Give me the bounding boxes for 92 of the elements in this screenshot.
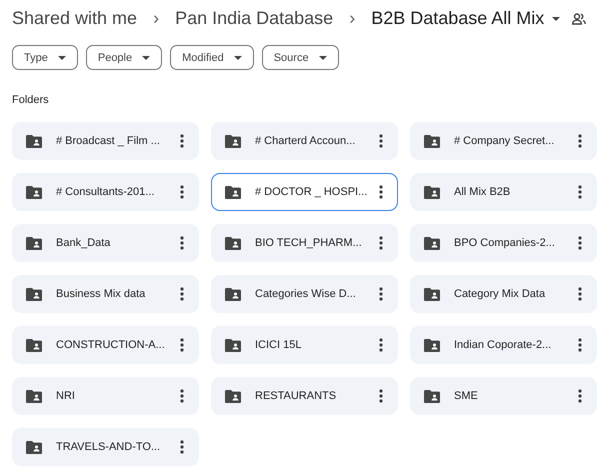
shared-folder-icon	[225, 288, 241, 300]
shared-folder-icon	[225, 338, 241, 352]
more-options-icon[interactable]	[180, 134, 184, 148]
folder-card[interactable]: BPO Companies-2...	[410, 224, 597, 262]
filter-chip[interactable]: People	[86, 45, 162, 70]
more-options-icon[interactable]	[578, 287, 582, 301]
folder-name: BIO TECH_PHARM...	[255, 237, 363, 249]
more-options-icon[interactable]	[578, 338, 582, 352]
shared-folder-icon	[424, 338, 440, 352]
shared-folder-icon	[225, 390, 241, 402]
folder-card[interactable]: All Mix B2B	[410, 173, 597, 211]
folder-name: Category Mix Data	[454, 288, 546, 300]
more-options-icon[interactable]	[180, 236, 184, 250]
folder-card[interactable]: TRAVELS-AND-TO...	[12, 428, 199, 466]
shared-folder-icon	[424, 390, 440, 402]
shared-folder-icon	[26, 288, 42, 300]
folder-card[interactable]: Category Mix Data	[410, 275, 597, 313]
breadcrumb-item[interactable]: Shared with me	[12, 8, 138, 29]
folder-card[interactable]: # Broadcast _ Film ...	[12, 122, 199, 160]
folder-name: RESTAURANTS	[255, 390, 338, 402]
folder-name: Categories Wise D...	[255, 288, 357, 300]
folder-card[interactable]: BIO TECH_PHARM...	[211, 224, 398, 262]
folder-name: # DOCTOR _ HOSPI...	[255, 186, 368, 198]
section-heading: Folders	[12, 94, 49, 106]
shared-folder-icon	[225, 186, 241, 198]
folder-card[interactable]: Categories Wise D...	[211, 275, 398, 313]
folder-card[interactable]: ICICI 15L	[211, 326, 398, 364]
folder-name: # Consultants-201...	[56, 186, 156, 198]
more-options-icon[interactable]	[578, 185, 582, 199]
folder-card[interactable]: Indian Coporate-2...	[410, 326, 597, 364]
shared-folder-icon	[424, 236, 440, 250]
folder-name: Indian Coporate-2...	[454, 339, 552, 351]
folder-name: Bank_Data	[56, 237, 112, 249]
folder-name: # Charterd Accoun...	[255, 135, 356, 147]
more-options-icon[interactable]	[379, 185, 383, 199]
caret-icon	[552, 16, 560, 20]
shared-folder-icon	[26, 390, 42, 402]
shared-folder-icon	[26, 186, 42, 198]
folder-name: Business Mix data	[56, 288, 146, 300]
more-options-icon[interactable]	[379, 236, 383, 250]
more-options-icon[interactable]	[578, 134, 582, 148]
breadcrumb-item[interactable]: Pan India Database	[175, 8, 334, 29]
more-options-icon[interactable]	[180, 287, 184, 301]
filter-chip[interactable]: Source	[262, 45, 339, 70]
folder-card[interactable]: # Company Secret...	[410, 122, 597, 160]
folder-card[interactable]: # Consultants-201...	[12, 173, 199, 211]
folder-card[interactable]: # Charterd Accoun...	[211, 122, 398, 160]
more-options-icon[interactable]	[578, 389, 582, 403]
shared-folder-icon	[26, 236, 42, 250]
folder-card[interactable]: NRI	[12, 377, 199, 415]
shared-folder-icon	[424, 186, 440, 198]
caret-icon	[318, 56, 327, 60]
folder-card[interactable]: CONSTRUCTION-A...	[12, 326, 199, 364]
folder-name: All Mix B2B	[454, 186, 512, 198]
folder-name: BPO Companies-2...	[454, 237, 556, 249]
folder-card[interactable]: Bank_Data	[12, 224, 199, 262]
folder-name: TRAVELS-AND-TO...	[56, 441, 162, 453]
caret-icon	[58, 56, 66, 60]
folder-name: NRI	[56, 390, 76, 402]
folder-card[interactable]: RESTAURANTS	[211, 377, 398, 415]
caret-icon	[142, 56, 150, 60]
folder-name: # Company Secret...	[454, 135, 556, 147]
shared-folder-icon	[225, 236, 241, 250]
folder-name: # Broadcast _ Film ...	[56, 135, 161, 147]
breadcrumb-separator: ›	[153, 8, 160, 29]
caret-icon	[234, 56, 242, 60]
breadcrumb-separator: ›	[349, 8, 356, 29]
more-options-icon[interactable]	[180, 440, 184, 454]
shared-folder-icon	[424, 288, 440, 300]
filter-chip[interactable]: Type	[12, 45, 78, 70]
more-options-icon[interactable]	[379, 338, 383, 352]
more-options-icon[interactable]	[180, 338, 184, 352]
folder-card[interactable]: SME	[410, 377, 597, 415]
shared-folder-icon	[225, 134, 241, 148]
shared-folder-icon	[424, 134, 440, 148]
more-options-icon[interactable]	[379, 389, 383, 403]
folder-card[interactable]: Business Mix data	[12, 275, 199, 313]
more-options-icon[interactable]	[379, 134, 383, 148]
shared-folder-icon	[26, 338, 42, 352]
folder-card[interactable]: # DOCTOR _ HOSPI...	[211, 173, 398, 211]
folder-name: ICICI 15L	[255, 339, 302, 351]
more-options-icon[interactable]	[578, 236, 582, 250]
more-options-icon[interactable]	[180, 389, 184, 403]
folder-name: CONSTRUCTION-A...	[56, 339, 166, 351]
filter-chip[interactable]: Modified	[170, 45, 254, 70]
people-icon[interactable]	[572, 12, 586, 24]
shared-folder-icon	[26, 134, 42, 148]
more-options-icon[interactable]	[379, 287, 383, 301]
more-options-icon[interactable]	[180, 185, 184, 199]
shared-folder-icon	[26, 440, 42, 454]
breadcrumb-item[interactable]: B2B Database All Mix	[371, 8, 560, 29]
folder-name: SME	[454, 390, 479, 402]
